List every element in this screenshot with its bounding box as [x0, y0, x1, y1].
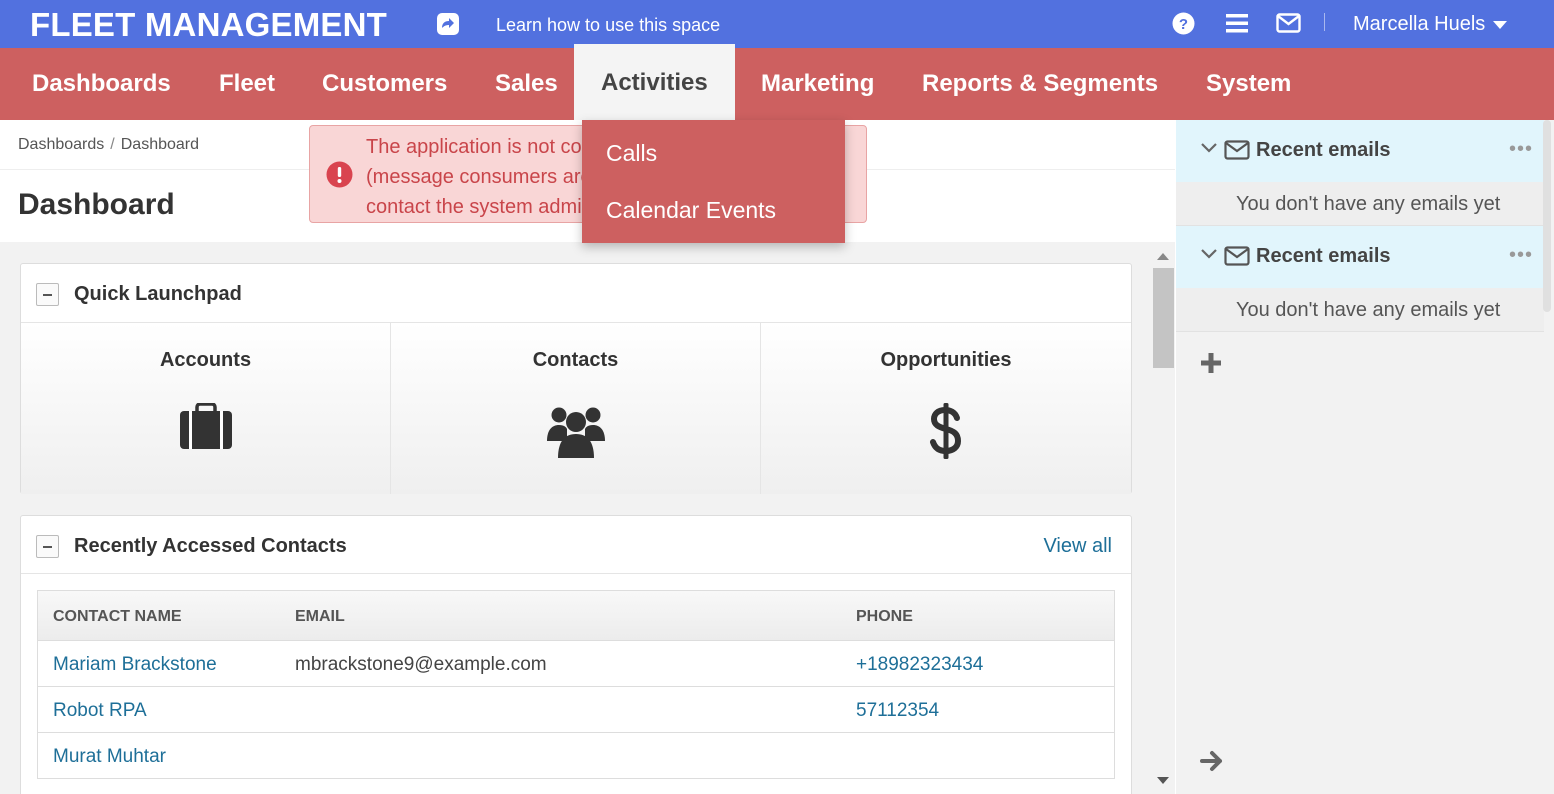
- right-sidebar: Recent emails ••• You don't have any ema…: [1176, 120, 1554, 794]
- sidebar-widget-header[interactable]: Recent emails •••: [1176, 120, 1544, 182]
- caret-down-icon: [1493, 20, 1508, 29]
- launchpad-label: Opportunities: [880, 349, 1012, 371]
- sidebar-widget-title: Recent emails: [1256, 139, 1391, 161]
- widget-title: Quick Launchpad: [74, 283, 242, 305]
- alert-text-line: contact the system admin: [366, 196, 593, 218]
- launchpad-row: Accounts Contacts Opportunities: [21, 322, 1131, 494]
- user-menu[interactable]: Marcella Huels: [1353, 13, 1508, 36]
- empty-state-text: You don't have any emails yet: [1236, 299, 1501, 321]
- dropdown-item-calendar-events[interactable]: Calendar Events: [606, 197, 776, 224]
- collapse-button[interactable]: [36, 535, 59, 558]
- dropdown-item-calls[interactable]: Calls: [606, 140, 657, 167]
- chevron-down-icon[interactable]: [1200, 142, 1218, 154]
- contact-email: mbrackstone9@example.com: [295, 654, 547, 675]
- sidebar-widget-title: Recent emails: [1256, 245, 1391, 267]
- contact-name[interactable]: Robot RPA: [53, 700, 147, 722]
- mail-icon[interactable]: [1276, 13, 1301, 33]
- user-name: Marcella Huels: [1353, 13, 1486, 35]
- nav-system[interactable]: System: [1206, 48, 1291, 120]
- app-title[interactable]: FLEET MANAGEMENT: [30, 6, 387, 44]
- launchpad-opportunities[interactable]: Opportunities: [761, 323, 1131, 494]
- alert-text-line: (message consumers are: [366, 166, 592, 188]
- menu-icon[interactable]: [1226, 13, 1248, 33]
- chevron-down-icon[interactable]: [1200, 248, 1218, 260]
- breadcrumb-separator: /: [110, 136, 115, 153]
- table-header: CONTACT NAME EMAIL PHONE: [38, 591, 1114, 641]
- users-icon: [546, 407, 605, 458]
- column-header-name[interactable]: CONTACT NAME: [53, 608, 182, 626]
- column-header-email[interactable]: EMAIL: [295, 608, 345, 626]
- launchpad-accounts[interactable]: Accounts: [21, 323, 391, 494]
- breadcrumb-current: Dashboard: [120, 136, 200, 153]
- nav-reports-segments[interactable]: Reports & Segments: [922, 48, 1158, 120]
- arrow-right-icon[interactable]: [1200, 750, 1224, 772]
- breadcrumb-dashboards[interactable]: Dashboards: [18, 136, 104, 153]
- nav-customers[interactable]: Customers: [322, 48, 447, 120]
- learn-link[interactable]: Learn how to use this space: [496, 15, 720, 36]
- more-options-icon[interactable]: •••: [1509, 139, 1533, 159]
- envelope-icon: [1224, 246, 1250, 266]
- sidebar-widget-body: You don't have any emails yet: [1176, 288, 1544, 332]
- briefcase-icon: [179, 403, 232, 449]
- nav-activities[interactable]: Activities: [574, 44, 735, 120]
- column-header-phone[interactable]: PHONE: [856, 608, 913, 626]
- more-options-icon[interactable]: •••: [1509, 245, 1533, 265]
- launchpad-label: Accounts: [159, 349, 252, 371]
- alert-text-line: The application is not con: [366, 136, 593, 158]
- contact-name[interactable]: Mariam Brackstone: [53, 654, 217, 676]
- recent-contacts-widget: Recently Accessed Contacts View all CONT…: [20, 515, 1132, 794]
- exclamation-icon: [326, 161, 353, 188]
- plus-icon[interactable]: [1200, 352, 1222, 374]
- dollar-icon: [930, 403, 962, 459]
- scrollbar-thumb[interactable]: [1153, 268, 1174, 368]
- help-icon[interactable]: ?: [1172, 12, 1195, 35]
- breadcrumb: Dashboards / Dashboard: [18, 136, 199, 154]
- table-row[interactable]: Mariam Brackstone mbrackstone9@example.c…: [38, 641, 1114, 687]
- scroll-up-icon[interactable]: [1157, 253, 1169, 260]
- share-icon[interactable]: [437, 13, 459, 35]
- nav-fleet[interactable]: Fleet: [219, 48, 275, 120]
- launchpad-label: Contacts: [532, 349, 619, 371]
- contact-name[interactable]: Murat Muhtar: [53, 746, 166, 768]
- launchpad-contacts[interactable]: Contacts: [391, 323, 761, 494]
- svg-text:?: ?: [1179, 16, 1188, 33]
- table-row[interactable]: Murat Muhtar: [38, 733, 1114, 779]
- activities-dropdown: Calls Calendar Events: [582, 120, 845, 243]
- empty-state-text: You don't have any emails yet: [1236, 193, 1501, 215]
- view-all-link[interactable]: View all: [1043, 535, 1112, 558]
- sidebar-scrollbar[interactable]: [1543, 120, 1551, 312]
- contact-phone[interactable]: 57112354: [856, 700, 939, 722]
- table-row[interactable]: Robot RPA 57112354: [38, 687, 1114, 733]
- top-bar: FLEET MANAGEMENT Learn how to use this s…: [0, 0, 1554, 48]
- contacts-table: CONTACT NAME EMAIL PHONE Mariam Bracksto…: [37, 590, 1115, 779]
- main-nav: Dashboards Fleet Customers Sales Activit…: [0, 44, 1554, 120]
- widget-divider: [21, 573, 1131, 574]
- nav-dashboards[interactable]: Dashboards: [32, 48, 171, 120]
- nav-marketing[interactable]: Marketing: [761, 48, 874, 120]
- widget-title: Recently Accessed Contacts: [74, 535, 347, 557]
- divider: [1324, 13, 1325, 31]
- quick-launchpad-widget: Quick Launchpad Accounts Contacts Opport…: [20, 263, 1132, 494]
- sidebar-widget-header[interactable]: Recent emails •••: [1176, 226, 1544, 288]
- contact-phone[interactable]: +18982323434: [856, 654, 983, 676]
- sidebar-widget-body: You don't have any emails yet: [1176, 182, 1544, 226]
- scroll-down-icon[interactable]: [1157, 777, 1169, 784]
- envelope-icon: [1224, 140, 1250, 160]
- nav-sales[interactable]: Sales: [495, 48, 558, 120]
- page-title: Dashboard: [18, 188, 175, 221]
- collapse-button[interactable]: [36, 283, 59, 306]
